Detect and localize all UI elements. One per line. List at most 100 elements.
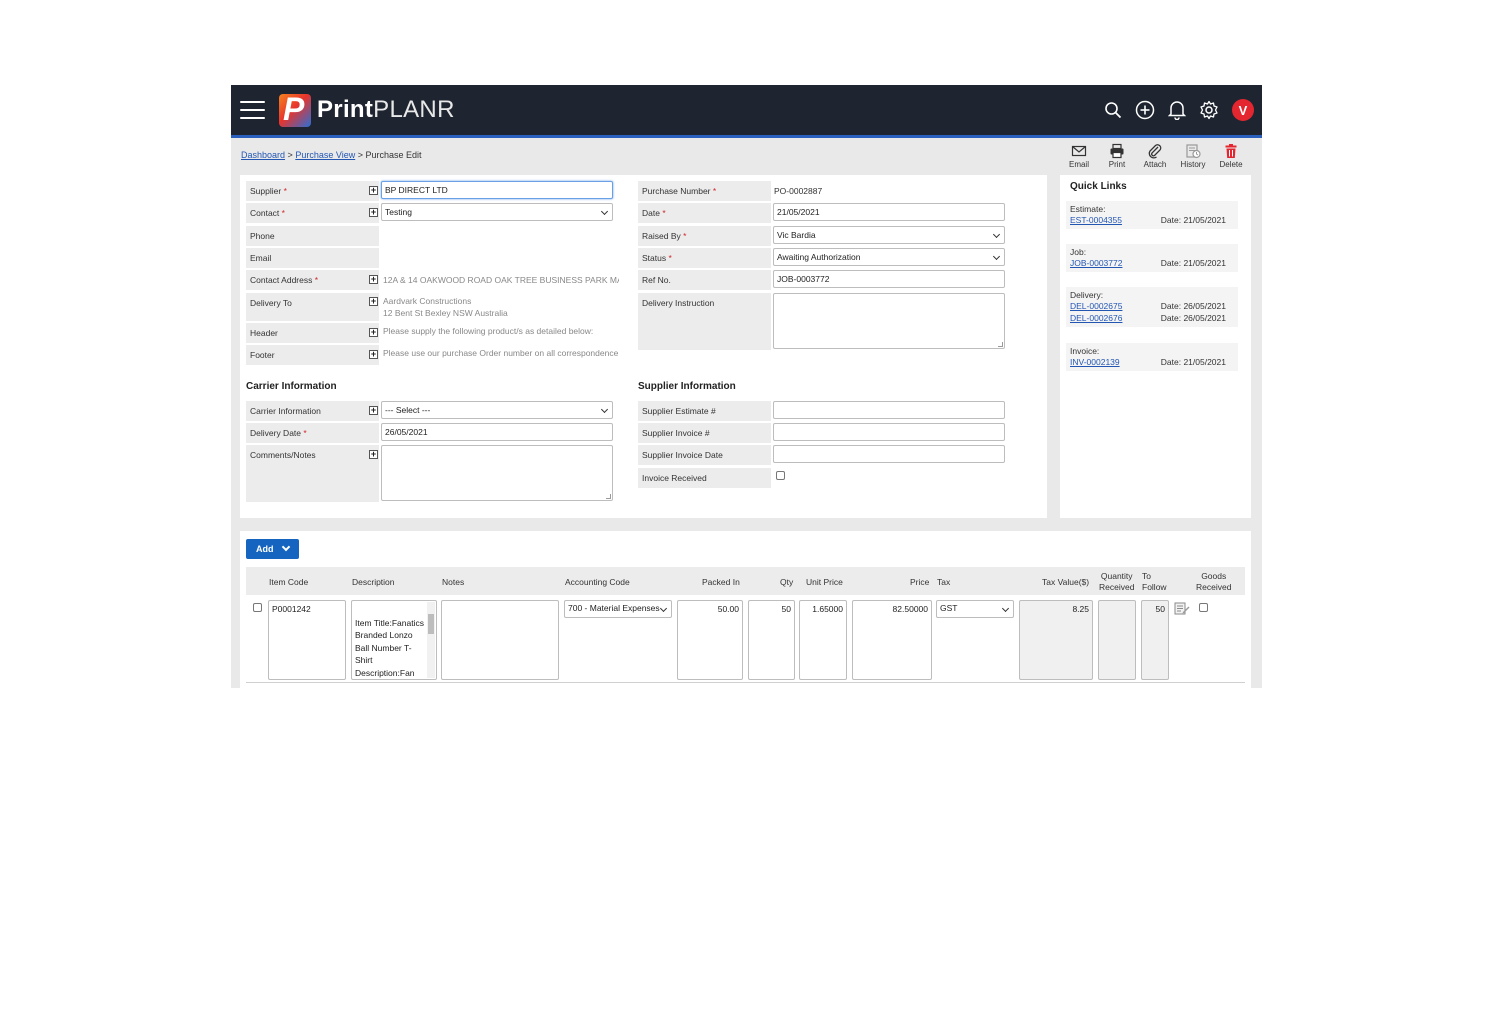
status-label: Status * [638,248,771,268]
history-button-label: History [1180,160,1206,169]
col-price: Price [910,577,930,587]
ref-no-input[interactable]: JOB-0003772 [773,270,1005,288]
bell-icon[interactable] [1166,99,1188,121]
add-circle-icon[interactable] [1134,99,1156,121]
carrier-information-title: Carrier Information [246,381,337,392]
email-button[interactable]: Email [1064,143,1094,169]
accounting-code-select[interactable]: 700 - Material Expenses [564,600,672,618]
contact-address-label: Contact Address * [246,270,379,290]
trash-icon [1225,144,1237,158]
supplier-invoice-date-label: Supplier Invoice Date [638,445,771,465]
col-unit-price: Unit Price [806,577,843,587]
supplier-invoice-label: Supplier Invoice # [638,423,771,443]
supplier-invoice-date-row: Supplier Invoice Date [638,445,1008,465]
invoice-link[interactable]: INV-0002139 [1070,356,1120,368]
price-input[interactable]: 82.50000 [852,600,932,680]
ref-no-row: Ref No. JOB-0003772 [638,270,1008,290]
col-description: Description [352,577,395,587]
delivery-to-label: Delivery To [246,293,379,321]
add-delivery-to-icon[interactable]: + [369,297,378,306]
add-supplier-icon[interactable]: + [369,186,378,195]
unit-price-input[interactable]: 1.65000 [799,600,847,680]
col-quantity-received: Quantity Received [1099,571,1135,592]
raised-by-select[interactable]: Vic Bardia [773,226,1005,244]
estimate-caption: Estimate: [1070,204,1106,214]
breadcrumb-dashboard-link[interactable]: Dashboard [241,150,285,160]
header-value: Please supply the following product/s as… [383,326,594,336]
add-comment-icon[interactable]: + [369,450,378,459]
job-link[interactable]: JOB-0003772 [1070,257,1122,269]
description-textarea[interactable]: Item Title:Fanatics Branded Lonzo Ball N… [351,600,437,680]
email-button-label: Email [1068,160,1089,169]
breadcrumb-separator: > [357,150,363,160]
add-item-button[interactable]: Add [246,539,299,559]
qty-input[interactable]: 50 [748,600,795,680]
add-footer-icon[interactable]: + [369,350,378,359]
add-carrier-icon[interactable]: + [369,406,378,415]
add-contact-address-icon[interactable]: + [369,275,378,284]
paperclip-icon [1148,144,1162,159]
supplier-input[interactable]: BP DIRECT LTD [381,181,613,199]
date-row: Date * 21/05/2021 [638,203,1008,223]
job-caption: Job: [1070,247,1087,257]
add-header-icon[interactable]: + [369,328,378,337]
notes-textarea[interactable] [441,600,559,680]
quantity-received-input[interactable] [1098,600,1136,680]
goods-received-checkbox[interactable] [1199,603,1208,612]
delivery-link[interactable]: DEL-0002676 [1070,312,1122,324]
footer-row: Footer + Please use our purchase Order n… [246,345,618,365]
delete-button[interactable]: Delete [1216,143,1246,169]
supplier-invoice-input[interactable] [773,423,1005,441]
delivery-date: Date: 26/05/2021 [1160,313,1226,323]
invoice-date: Date: 21/05/2021 [1160,357,1226,367]
edit-row-icon[interactable] [1174,601,1190,620]
delivery-date-input[interactable]: 26/05/2021 [381,423,613,441]
top-navigation-bar: PrintPLANR V [231,85,1262,138]
add-button-label: Add [256,544,274,554]
print-button[interactable]: Print [1102,143,1132,169]
delivery-link[interactable]: DEL-0002675 [1070,300,1122,312]
delivery-instruction-label: Delivery Instruction [638,293,771,350]
ref-no-label: Ref No. [638,270,771,290]
packed-in-input[interactable]: 50.00 [677,600,743,680]
app-logo[interactable]: PrintPLANR [279,91,455,128]
print-button-label: Print [1108,160,1126,169]
add-contact-icon[interactable]: + [369,208,378,217]
items-table-header: Item Code Description Notes Accounting C… [246,567,1245,595]
estimate-link[interactable]: EST-0004355 [1070,214,1122,226]
quick-links-title: Quick Links [1070,181,1127,192]
description-scrollbar[interactable] [427,602,435,678]
col-packed-in: Packed In [702,577,740,587]
delivery-instruction-textarea[interactable] [773,293,1005,349]
invoice-received-checkbox[interactable] [776,471,785,480]
user-avatar[interactable]: V [1232,99,1254,121]
tax-select[interactable]: GST [936,600,1014,618]
contact-select[interactable]: Testing [381,203,613,221]
delivery-date-label: Delivery Date * [246,423,379,443]
delivery-date: Date: 26/05/2021 [1160,301,1226,311]
delivery-to-line1: Aardvark Constructions [383,296,472,306]
attach-button[interactable]: Attach [1140,143,1170,169]
invoice-received-row: Invoice Received [638,468,1008,488]
supplier-estimate-input[interactable] [773,401,1005,419]
status-select[interactable]: Awaiting Authorization [773,248,1005,266]
supplier-estimate-label: Supplier Estimate # [638,401,771,421]
carrier-select[interactable]: --- Select --- [381,401,613,419]
date-label: Date * [638,203,771,223]
hamburger-menu-icon[interactable] [240,101,265,121]
col-tax-value: Tax Value($) [1042,577,1090,587]
item-code-input[interactable]: P0001242 [268,600,346,680]
history-icon [1186,144,1201,159]
delivery-to-row: Delivery To + Aardvark Constructions 12 … [246,293,618,321]
gear-icon[interactable] [1198,99,1220,121]
search-icon[interactable] [1102,99,1124,121]
history-button[interactable]: History [1178,143,1208,169]
to-follow-input: 50 [1141,600,1169,680]
printer-icon [1110,143,1124,159]
supplier-invoice-date-input[interactable] [773,445,1005,463]
comments-textarea[interactable] [381,445,613,501]
logo-mark-icon [279,91,311,128]
breadcrumb-purchase-view-link[interactable]: Purchase View [295,150,355,160]
row-select-checkbox[interactable] [253,603,262,612]
date-input[interactable]: 21/05/2021 [773,203,1005,221]
